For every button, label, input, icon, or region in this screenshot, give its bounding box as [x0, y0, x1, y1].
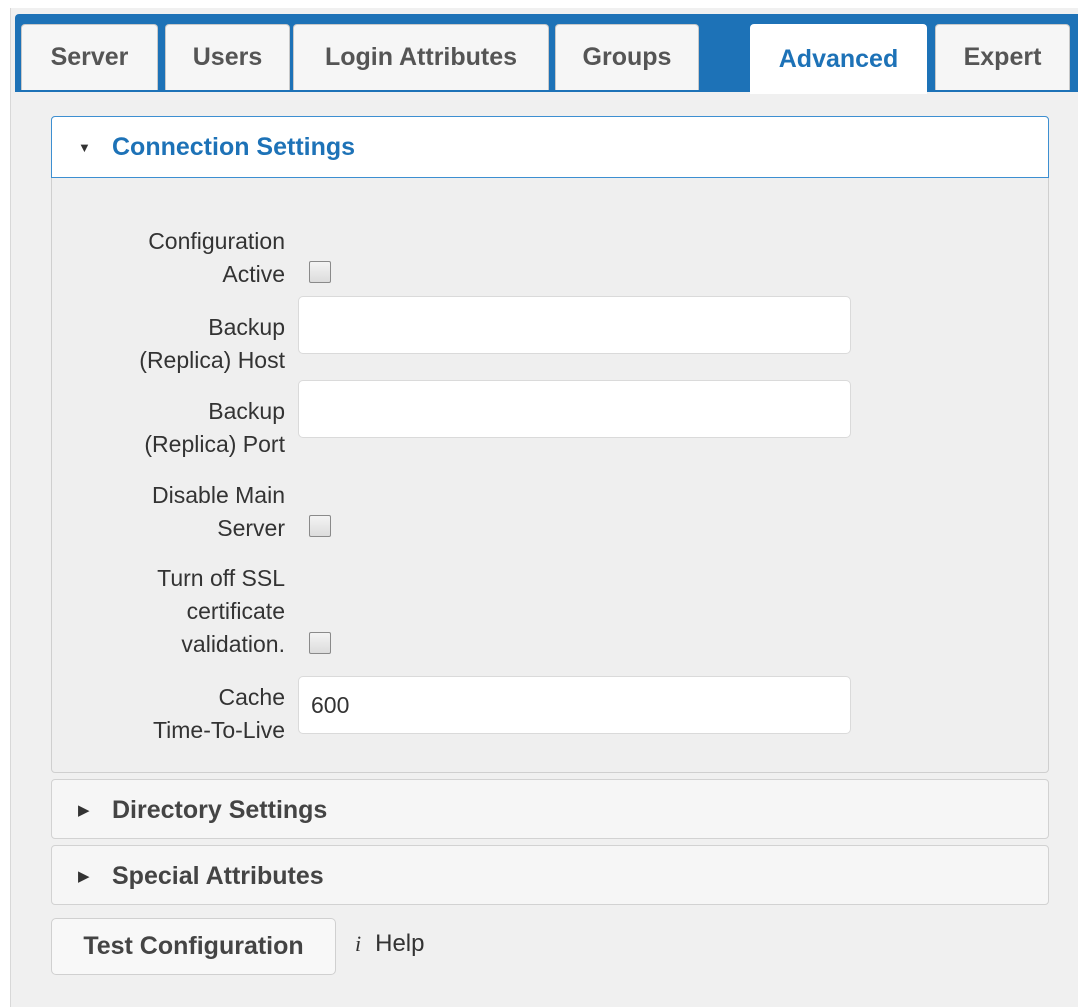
help-label: Help: [375, 930, 425, 957]
configuration-active-checkbox[interactable]: [309, 261, 331, 283]
special-attributes-title: Special Attributes: [112, 861, 324, 890]
triangle-right-icon: ▶: [78, 868, 90, 885]
directory-settings-header[interactable]: ▶ Directory Settings: [52, 780, 1048, 840]
triangle-down-icon: ▼: [78, 139, 91, 155]
backup-port-input[interactable]: [298, 380, 851, 438]
tab-groups[interactable]: Groups: [555, 24, 699, 90]
connection-settings-title: Connection Settings: [112, 132, 356, 161]
connection-settings-panel: ▼ Connection Settings Configuration Acti…: [51, 116, 1049, 773]
special-attributes-panel: ▶ Special Attributes: [51, 845, 1049, 905]
disable-main-server-label: Disable Main Server: [152, 482, 285, 541]
tab-bar: Server Users Login Attributes Groups Adv…: [15, 14, 1078, 94]
directory-settings-title: Directory Settings: [112, 795, 328, 824]
help-link[interactable]: i Help: [355, 926, 424, 962]
configuration-active-label: Configuration Active: [148, 228, 285, 287]
tab-expert[interactable]: Expert: [935, 24, 1070, 90]
backup-host-label: Backup (Replica) Host: [139, 314, 285, 373]
disable-main-server-checkbox[interactable]: [309, 515, 331, 537]
cache-ttl-label: Cache Time-To-Live: [152, 684, 285, 743]
ldap-settings-frame: Server Users Login Attributes Groups Adv…: [10, 8, 1078, 1007]
info-icon: i: [355, 931, 362, 956]
backup-host-input[interactable]: [298, 296, 851, 354]
directory-settings-panel: ▶ Directory Settings: [51, 779, 1049, 839]
backup-port-label: Backup (Replica) Port: [144, 398, 285, 457]
turn-off-ssl-label: Turn off SSL certificate validation.: [157, 565, 285, 657]
tab-server[interactable]: Server: [21, 24, 158, 90]
test-configuration-button[interactable]: Test Configuration: [51, 918, 336, 975]
cache-ttl-input[interactable]: [298, 676, 851, 734]
turn-off-ssl-checkbox[interactable]: [309, 632, 331, 654]
tab-users[interactable]: Users: [165, 24, 290, 90]
tab-advanced[interactable]: Advanced: [750, 24, 927, 94]
connection-settings-header[interactable]: ▼ Connection Settings: [51, 116, 1049, 178]
special-attributes-header[interactable]: ▶ Special Attributes: [52, 846, 1048, 906]
triangle-right-icon: ▶: [78, 802, 90, 819]
tab-login-attributes[interactable]: Login Attributes: [293, 24, 549, 90]
